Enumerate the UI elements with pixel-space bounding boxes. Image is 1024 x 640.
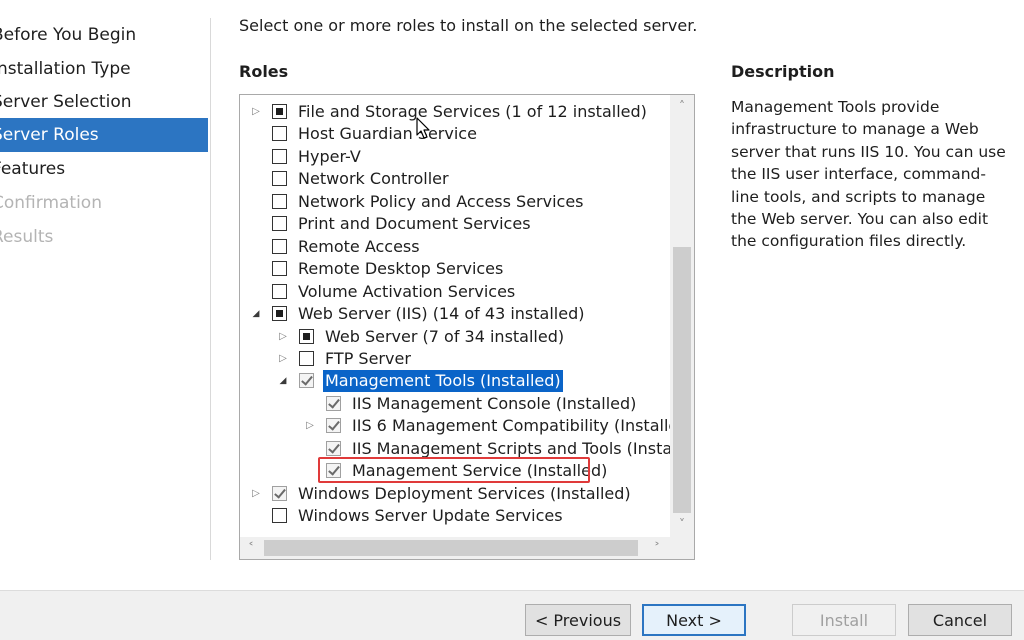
- role-checkbox[interactable]: [272, 104, 287, 119]
- tree-row[interactable]: Print and Document Services: [240, 213, 670, 235]
- role-checkbox[interactable]: [272, 126, 287, 142]
- tree-row[interactable]: Network Policy and Access Services: [240, 191, 670, 213]
- role-label[interactable]: Management Tools (Installed): [322, 369, 564, 394]
- role-label[interactable]: Hyper-V: [296, 146, 363, 168]
- horizontal-scrollbar[interactable]: ˂ ˃: [240, 537, 670, 559]
- role-checkbox[interactable]: [272, 238, 287, 254]
- scroll-left-icon[interactable]: ˂: [240, 537, 262, 559]
- role-label[interactable]: Network Policy and Access Services: [296, 191, 586, 213]
- install-button: Install: [792, 604, 896, 636]
- role-label[interactable]: IIS 6 Management Compatibility (Installe…: [350, 415, 694, 437]
- description-heading: Description: [731, 62, 835, 81]
- nav-divider: [210, 18, 211, 560]
- tree-row[interactable]: Windows Server Update Services: [240, 505, 670, 527]
- role-checkbox[interactable]: [299, 373, 314, 389]
- role-label[interactable]: Host Guardian Service: [296, 123, 479, 145]
- role-label[interactable]: Remote Access: [296, 236, 422, 258]
- expand-triangle-down-icon[interactable]: ◢: [250, 303, 262, 325]
- roles-heading: Roles: [239, 62, 289, 81]
- nav-item-results: Results: [0, 227, 54, 247]
- role-checkbox[interactable]: [272, 508, 287, 524]
- next-button[interactable]: Next >: [642, 604, 746, 636]
- tree-row[interactable]: ◢ Management Tools (Installed): [240, 369, 670, 394]
- role-label[interactable]: Volume Activation Services: [296, 281, 517, 303]
- expand-triangle-right-icon[interactable]: ▷: [277, 348, 289, 370]
- role-checkbox[interactable]: [326, 440, 341, 456]
- expand-triangle-right-icon[interactable]: ▷: [250, 101, 262, 123]
- vertical-scroll-thumb[interactable]: [673, 247, 691, 513]
- tree-row[interactable]: ▷ File and Storage Services (1 of 12 inst…: [240, 101, 670, 123]
- tree-row[interactable]: Remote Desktop Services: [240, 258, 670, 280]
- role-label[interactable]: Network Controller: [296, 168, 451, 190]
- tree-row[interactable]: ▷ Windows Deployment Services (Installed): [240, 483, 670, 505]
- tree-row[interactable]: Host Guardian Service: [240, 123, 670, 145]
- intro-text: Select one or more roles to install on t…: [239, 16, 698, 35]
- expand-triangle-right-icon[interactable]: ▷: [250, 483, 262, 505]
- scroll-up-icon[interactable]: ˄: [670, 95, 694, 117]
- tree-row[interactable]: ◢ Web Server (IIS) (14 of 43 installed): [240, 303, 670, 325]
- nav-item-server-roles[interactable]: Server Roles: [0, 118, 208, 152]
- role-label[interactable]: Remote Desktop Services: [296, 258, 505, 280]
- role-checkbox[interactable]: [272, 193, 287, 209]
- tree-row[interactable]: Remote Access: [240, 236, 670, 258]
- nav-item-before-you-begin[interactable]: Before You Begin: [0, 18, 208, 52]
- role-checkbox[interactable]: [272, 306, 287, 322]
- horizontal-scroll-thumb[interactable]: [264, 540, 638, 556]
- role-checkbox[interactable]: [326, 395, 341, 411]
- tree-row[interactable]: ▷ Web Server (7 of 34 installed): [240, 326, 670, 348]
- roles-tree[interactable]: ▷ File and Storage Services (1 of 12 inst…: [239, 94, 695, 560]
- nav-item-confirmation: Confirmation: [0, 193, 102, 213]
- highlight-annotation: [318, 457, 590, 483]
- role-label[interactable]: FTP Server: [323, 348, 413, 370]
- role-label[interactable]: Windows Deployment Services (Installed): [296, 483, 633, 505]
- nav-item-features[interactable]: Features: [0, 152, 208, 186]
- tree-row[interactable]: IIS Management Console (Installed): [240, 393, 670, 415]
- previous-button[interactable]: < Previous: [525, 604, 631, 636]
- wizard-nav: Before You Begin Installation Type Serve…: [0, 0, 208, 590]
- scroll-right-icon[interactable]: ˃: [646, 537, 668, 559]
- role-checkbox[interactable]: [272, 216, 287, 232]
- nav-item-server-selection[interactable]: Server Selection: [0, 85, 208, 119]
- tree-row[interactable]: ▷ FTP Server: [240, 348, 670, 370]
- role-checkbox[interactable]: [272, 171, 287, 187]
- role-label[interactable]: Web Server (IIS) (14 of 43 installed): [296, 303, 586, 325]
- expand-triangle-right-icon[interactable]: ▷: [277, 326, 289, 348]
- role-label[interactable]: Windows Server Update Services: [296, 505, 565, 527]
- tree-row[interactable]: Network Controller: [240, 168, 670, 190]
- role-label[interactable]: IIS Management Console (Installed): [350, 393, 638, 415]
- expand-triangle-down-icon[interactable]: ◢: [277, 370, 289, 392]
- role-checkbox[interactable]: [272, 148, 287, 164]
- role-checkbox[interactable]: [299, 328, 314, 344]
- role-checkbox[interactable]: [272, 485, 287, 501]
- scroll-down-icon[interactable]: ˅: [670, 513, 694, 535]
- expand-triangle-right-icon[interactable]: ▷: [304, 415, 316, 437]
- role-checkbox[interactable]: [326, 418, 341, 434]
- tree-row[interactable]: Hyper-V: [240, 146, 670, 168]
- role-checkbox[interactable]: [272, 261, 287, 277]
- tree-row[interactable]: ▷ IIS 6 Management Compatibility (Install…: [240, 415, 694, 437]
- nav-item-installation-type[interactable]: Installation Type: [0, 52, 208, 86]
- role-checkbox[interactable]: [299, 350, 314, 366]
- role-label[interactable]: Web Server (7 of 34 installed): [323, 326, 566, 348]
- mouse-pointer-icon: [416, 117, 430, 139]
- role-label[interactable]: Print and Document Services: [296, 213, 533, 235]
- cancel-button[interactable]: Cancel: [908, 604, 1012, 636]
- role-checkbox[interactable]: [272, 283, 287, 299]
- tree-row[interactable]: Volume Activation Services: [240, 281, 670, 303]
- scroll-corner: [670, 537, 694, 559]
- role-label[interactable]: File and Storage Services (1 of 12 insta…: [296, 101, 649, 123]
- vertical-scrollbar[interactable]: ˄ ˅: [670, 95, 694, 537]
- description-text: Management Tools provide infrastructure …: [731, 98, 1006, 251]
